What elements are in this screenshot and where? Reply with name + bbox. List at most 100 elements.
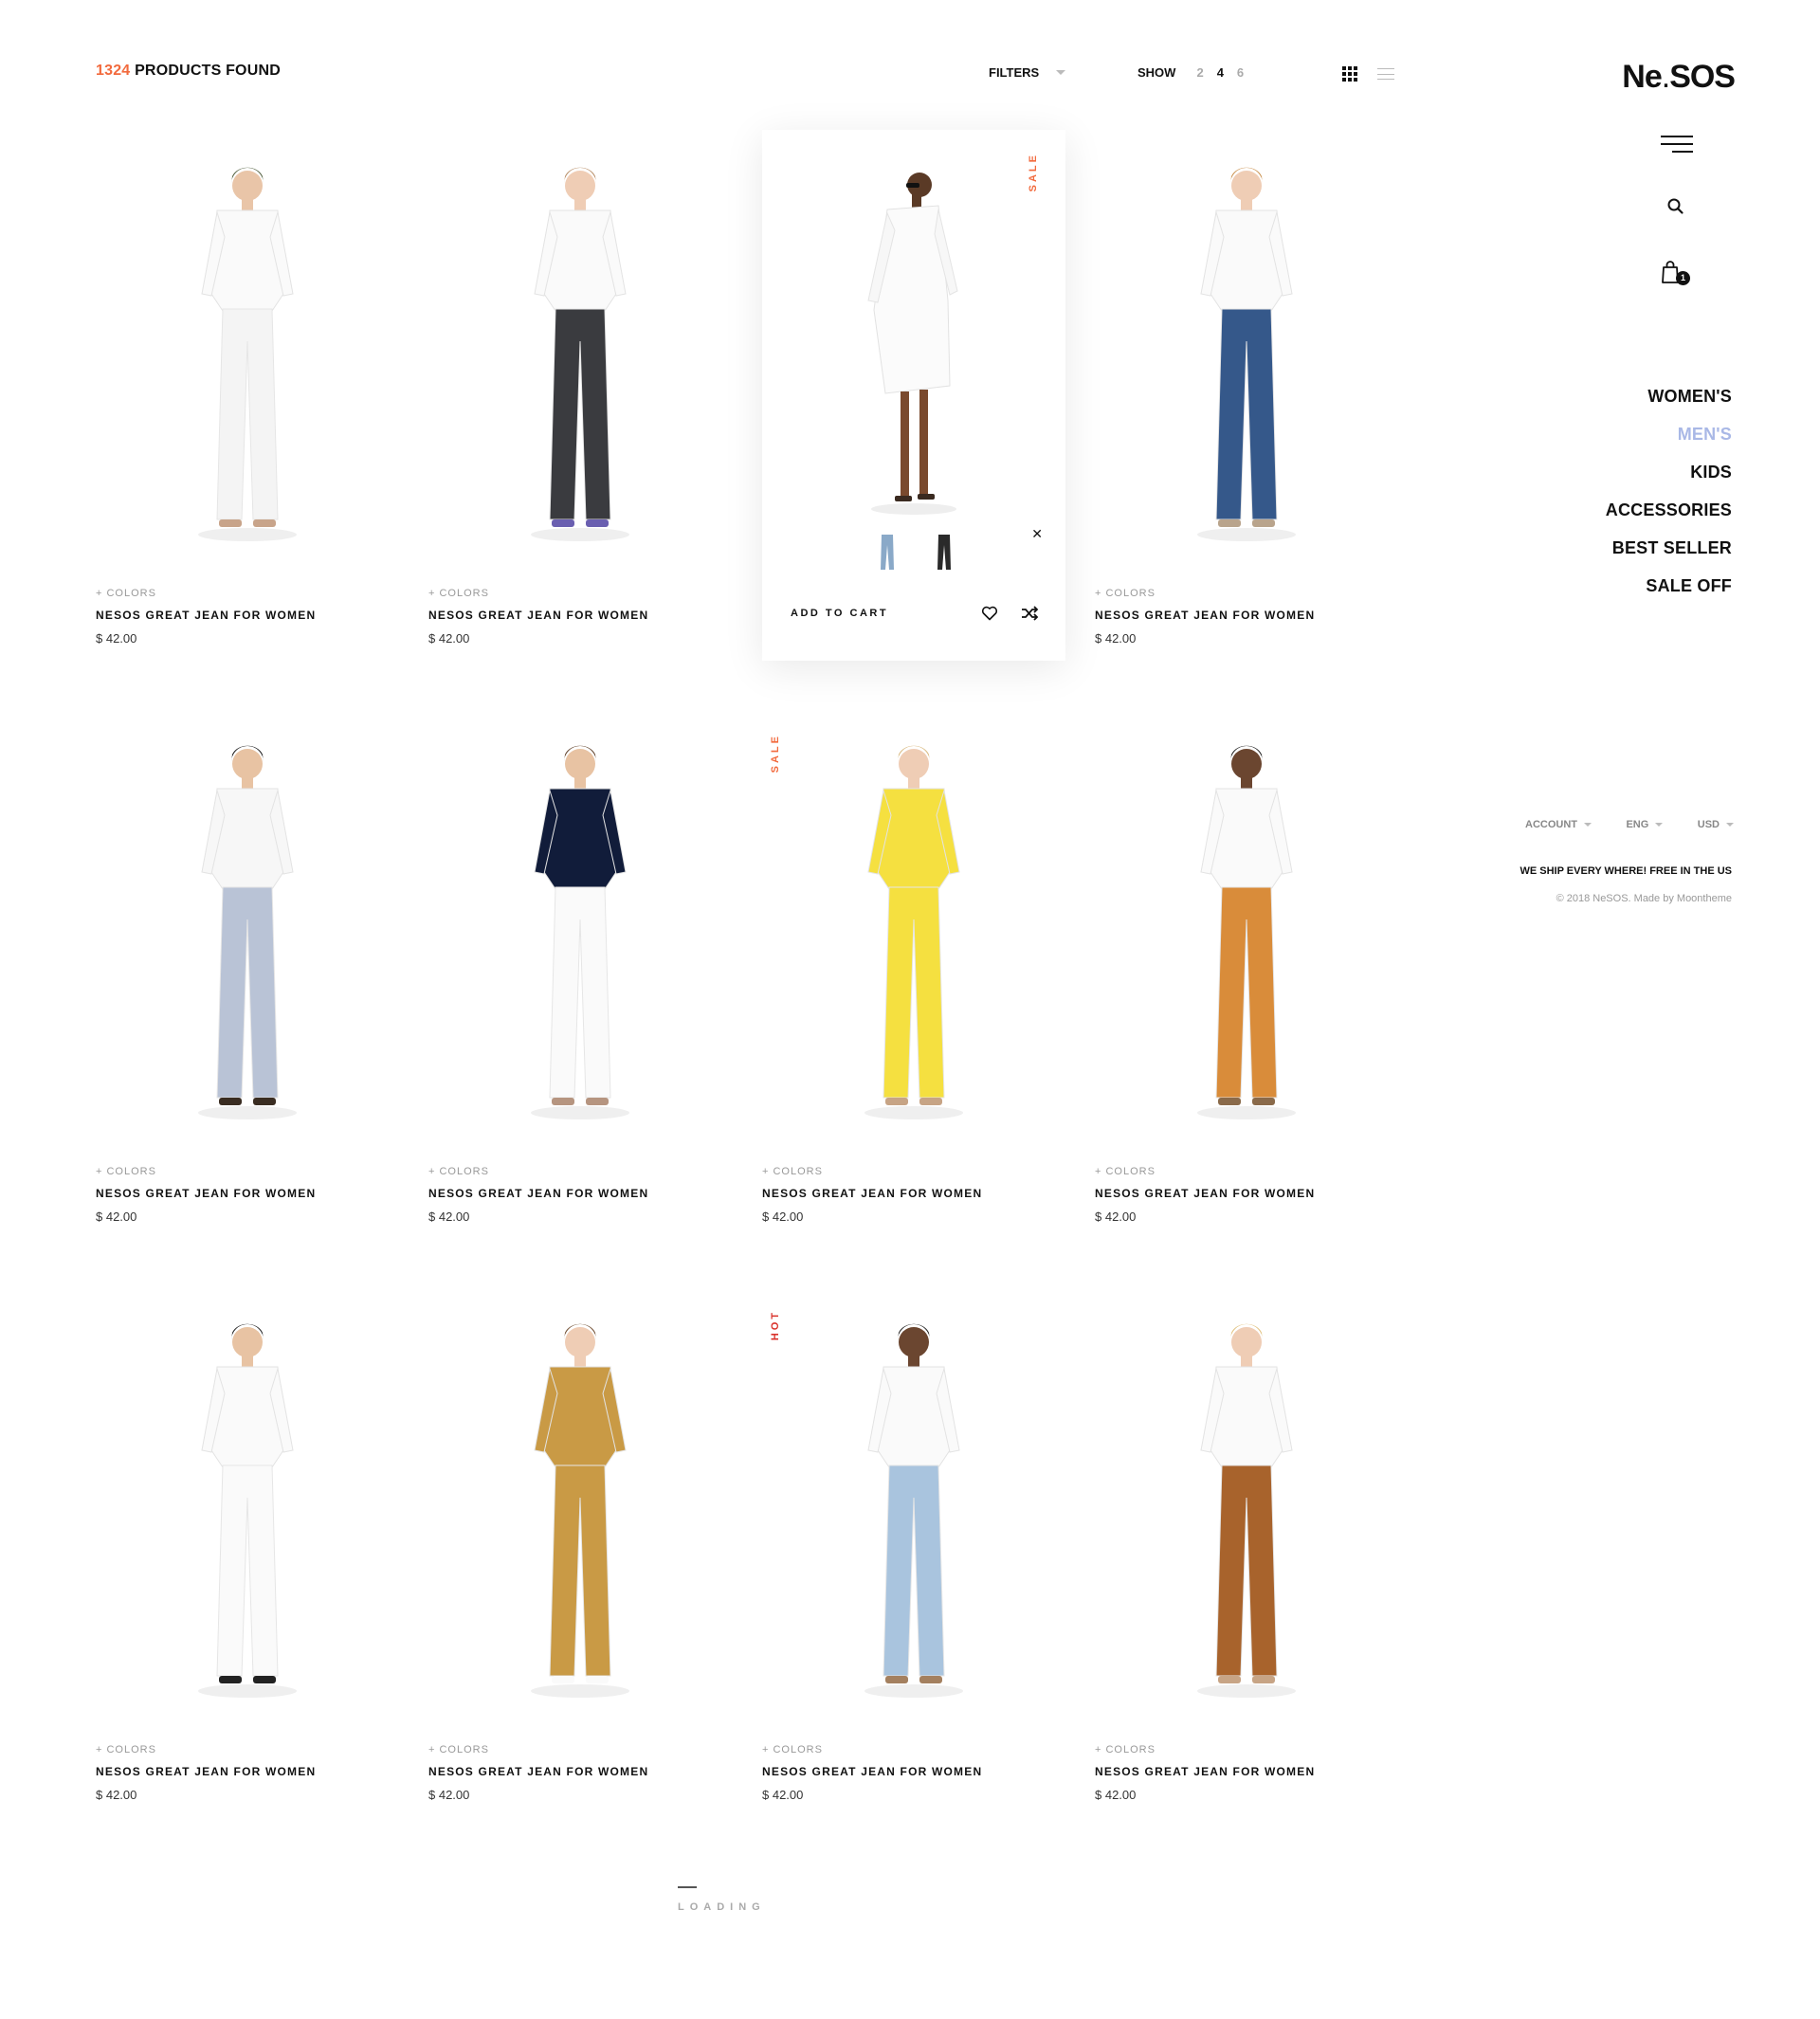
colors-link[interactable]: + COLORS — [96, 1744, 316, 1755]
product-info: + COLORS NESOS GREAT JEAN FOR WOMEN $ 42… — [428, 588, 648, 646]
cart-button[interactable]: 1 — [1661, 260, 1693, 288]
nav-item-sale-off[interactable]: SALE OFF — [1606, 574, 1732, 612]
product-name[interactable]: NESOS GREAT JEAN FOR WOMEN — [1095, 1187, 1315, 1200]
product-image[interactable] — [428, 152, 732, 578]
product-name[interactable]: NESOS GREAT JEAN FOR WOMEN — [1095, 609, 1315, 622]
loading-label: LOADING — [678, 1901, 766, 1913]
copyright: © 2018 NeSOS. Made by Moontheme — [1556, 893, 1732, 904]
currency-dropdown[interactable]: USD — [1698, 819, 1734, 830]
logo-dot: . — [1661, 59, 1671, 95]
settings-bar: ACCOUNT ENG USD — [1525, 819, 1734, 830]
nav-item-best-seller[interactable]: BEST SELLER — [1606, 537, 1732, 574]
colors-link[interactable]: + COLORS — [1095, 588, 1315, 599]
heart-icon[interactable] — [980, 604, 999, 623]
category-nav: WOMEN'S MEN'S KIDS ACCESSORIES BEST SELL… — [1606, 385, 1732, 612]
list-view-icon[interactable] — [1377, 68, 1394, 80]
nav-item-mens[interactable]: MEN'S — [1606, 423, 1732, 461]
product-price: $ 42.00 — [428, 1210, 470, 1224]
colors-link[interactable]: + COLORS — [1095, 1166, 1315, 1177]
product-image[interactable] — [1095, 730, 1398, 1156]
show-option-6[interactable]: 6 — [1237, 65, 1244, 80]
product-name[interactable]: NESOS GREAT JEAN FOR WOMEN — [428, 1187, 648, 1200]
show-label: SHOW — [1138, 65, 1176, 80]
currency-label: USD — [1697, 819, 1720, 830]
products-found-count: 1324 PRODUCTS FOUND — [96, 63, 281, 80]
product-info: + COLORS NESOS GREAT JEAN FOR WOMEN $ 42… — [1095, 1744, 1315, 1802]
product-image[interactable] — [96, 152, 399, 578]
chevron-down-icon — [1725, 823, 1734, 827]
product-price: $ 42.00 — [96, 1788, 137, 1802]
product-image[interactable] — [762, 139, 1065, 566]
product-info: + COLORS NESOS GREAT JEAN FOR WOMEN $ 42… — [96, 1166, 316, 1224]
product-info: + COLORS NESOS GREAT JEAN FOR WOMEN $ 42… — [96, 588, 316, 646]
grid-view-icon[interactable] — [1342, 66, 1357, 82]
color-swatch-light-denim[interactable] — [878, 534, 897, 572]
product-image[interactable] — [96, 1308, 399, 1735]
product-info: + COLORS NESOS GREAT JEAN FOR WOMEN $ 42… — [428, 1166, 648, 1224]
nav-item-kids[interactable]: KIDS — [1606, 461, 1732, 499]
product-price: $ 42.00 — [96, 631, 137, 646]
colors-link[interactable]: + COLORS — [762, 1166, 982, 1177]
product-price: $ 42.00 — [428, 1788, 470, 1802]
product-name[interactable]: NESOS GREAT JEAN FOR WOMEN — [96, 1187, 316, 1200]
show-option-4[interactable]: 4 — [1217, 65, 1224, 80]
search-icon[interactable] — [1666, 197, 1685, 216]
brand-logo[interactable]: Ne.SOS — [1621, 59, 1736, 96]
product-name[interactable]: NESOS GREAT JEAN FOR WOMEN — [1095, 1765, 1315, 1778]
add-to-cart-button[interactable]: ADD TO CART — [791, 608, 888, 619]
product-image[interactable] — [762, 730, 1065, 1156]
product-price: $ 42.00 — [1095, 1210, 1137, 1224]
product-price: $ 42.00 — [428, 631, 470, 646]
nav-item-womens[interactable]: WOMEN'S — [1606, 385, 1732, 423]
shuffle-icon[interactable] — [1020, 604, 1039, 623]
product-name[interactable]: NESOS GREAT JEAN FOR WOMEN — [96, 1765, 316, 1778]
product-price: $ 42.00 — [1095, 631, 1137, 646]
colors-link[interactable]: + COLORS — [428, 1744, 648, 1755]
chevron-down-icon — [1655, 823, 1664, 827]
loading-line — [678, 1886, 697, 1888]
filters-label: FILTERS — [989, 65, 1040, 80]
show-per-row: SHOW 2 4 6 — [1138, 65, 1244, 80]
product-info: + COLORS NESOS GREAT JEAN FOR WOMEN $ 42… — [762, 1166, 982, 1224]
close-icon[interactable]: ✕ — [1031, 526, 1043, 542]
show-option-2[interactable]: 2 — [1196, 65, 1203, 80]
product-info: + COLORS NESOS GREAT JEAN FOR WOMEN $ 42… — [1095, 588, 1315, 646]
language-label: ENG — [1626, 819, 1649, 830]
product-image[interactable] — [1095, 152, 1398, 578]
product-image[interactable] — [762, 1308, 1065, 1735]
colors-link[interactable]: + COLORS — [428, 1166, 648, 1177]
colors-link[interactable]: + COLORS — [96, 588, 316, 599]
colors-link[interactable]: + COLORS — [762, 1744, 982, 1755]
product-name[interactable]: NESOS GREAT JEAN FOR WOMEN — [428, 1765, 648, 1778]
account-dropdown[interactable]: ACCOUNT — [1525, 819, 1592, 830]
product-name[interactable]: NESOS GREAT JEAN FOR WOMEN — [428, 609, 648, 622]
chevron-down-icon — [1584, 823, 1592, 827]
product-image[interactable] — [1095, 1308, 1398, 1735]
product-price: $ 42.00 — [762, 1210, 804, 1224]
product-name[interactable]: NESOS GREAT JEAN FOR WOMEN — [762, 1765, 982, 1778]
colors-link[interactable]: + COLORS — [96, 1166, 316, 1177]
product-price: $ 42.00 — [1095, 1788, 1137, 1802]
filters-dropdown[interactable]: FILTERS — [989, 65, 1066, 80]
colors-link[interactable]: + COLORS — [428, 588, 648, 599]
colors-link[interactable]: + COLORS — [1095, 1744, 1315, 1755]
product-image[interactable] — [428, 1308, 732, 1735]
language-dropdown[interactable]: ENG — [1626, 819, 1664, 830]
product-price: $ 42.00 — [96, 1210, 137, 1224]
product-card-hovered[interactable]: SALE ✕ ADD TO CART — [762, 130, 1065, 661]
account-label: ACCOUNT — [1525, 819, 1577, 830]
product-name[interactable]: NESOS GREAT JEAN FOR WOMEN — [96, 609, 316, 622]
logo-main: Ne — [1622, 59, 1662, 95]
product-image[interactable] — [96, 730, 399, 1156]
color-swatch-black[interactable] — [935, 534, 954, 572]
cart-count-badge: 1 — [1676, 271, 1690, 285]
products-count: 1324 — [96, 63, 131, 79]
product-info: + COLORS NESOS GREAT JEAN FOR WOMEN $ 42… — [1095, 1166, 1315, 1224]
product-info: + COLORS NESOS GREAT JEAN FOR WOMEN $ 42… — [428, 1744, 648, 1802]
shipping-note: WE SHIP EVERY WHERE! FREE IN THE US — [1520, 865, 1733, 877]
menu-icon[interactable] — [1661, 136, 1693, 153]
nav-item-accessories[interactable]: ACCESSORIES — [1606, 499, 1732, 537]
product-image[interactable] — [428, 730, 732, 1156]
product-name[interactable]: NESOS GREAT JEAN FOR WOMEN — [762, 1187, 982, 1200]
product-price: $ 42.00 — [762, 1788, 804, 1802]
